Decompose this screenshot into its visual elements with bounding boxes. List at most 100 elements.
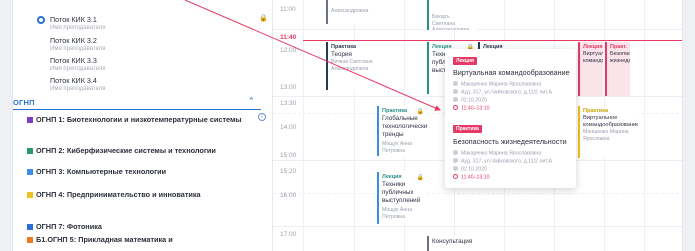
stream-title: Поток КИК 3.1: [50, 15, 97, 24]
popup-teacher: Макаренко Марина Ярославовна: [453, 150, 575, 157]
event-teacher: Маншенко Марина Ярославна: [583, 129, 629, 142]
event-title: Виртуальная командообразование: [583, 51, 603, 64]
clock-icon: [453, 174, 458, 179]
event-details-popup[interactable]: Лекция Виртуальная командообразование Ма…: [445, 49, 576, 188]
popup-date-text: 02.10.2020: [461, 97, 487, 104]
category-item[interactable]: ОГНП 1: Биотехнологии и низкотемпературн…: [27, 115, 252, 125]
popup-time-text: 11:40–13:10: [461, 174, 490, 181]
stream-title: Поток КИК 3.3: [50, 56, 97, 65]
category-color-swatch: [27, 117, 33, 123]
event-card[interactable]: Бекаръ Светлана Александровна: [427, 0, 477, 30]
lock-icon: 🔒: [416, 175, 424, 181]
category-item[interactable]: ОГНП 7: Фотоника: [27, 222, 252, 232]
popup-teacher: Макаренко Марина Ярославовна: [453, 81, 575, 88]
half-hour-line: [273, 193, 682, 194]
popup-room: Ауд. 317, ул.Чайковского, д.11/2 лит.А: [453, 89, 575, 96]
popup-time: 11:40–13:10: [453, 105, 575, 112]
event-card[interactable]: Лекция Виртуальная командообразование: [578, 42, 603, 96]
popup-room-text: Ауд. 317, ул.Чайковского, д.11/2 лит.А: [461, 158, 552, 165]
chevron-up-icon[interactable]: ⌃: [247, 96, 255, 107]
category-color-swatch: [27, 148, 33, 154]
current-time-label: 11:40: [280, 34, 297, 41]
time-label: 13:30: [280, 100, 297, 107]
time-label: 13:00: [280, 84, 297, 91]
column-divider: [354, 0, 355, 251]
stream-item-2[interactable]: Поток КИК 3.2 Имя преподавателя: [50, 36, 250, 53]
popup-event-title: Виртуальная командообразование: [453, 68, 570, 77]
event-type: Практ.: [610, 44, 627, 50]
event-card[interactable]: Практика Глобальные технологические трен…: [377, 106, 427, 156]
popup-room: Ауд. 317, ул.Чайковского, д.11/2 лит.А: [453, 158, 575, 165]
popup-teacher-text: Макаренко Марина Ярославовна: [461, 81, 542, 88]
event-title: Виртуальное командообразование: [583, 115, 638, 128]
category-color-swatch: [27, 192, 33, 198]
event-teacher: Бекаръ Светлана Александровна: [432, 14, 470, 30]
popup-time: 11:40–13:10: [453, 174, 575, 181]
time-label: 15:00: [280, 152, 297, 159]
stream-item-1[interactable]: Поток КИК 3.1 Имя преподавателя: [37, 15, 250, 32]
current-time-line: [303, 40, 682, 41]
location-icon: [453, 89, 458, 94]
event-type: Лекция: [583, 44, 603, 50]
event-title: Теория: [331, 51, 352, 58]
popup-date: 02.10.2020: [453, 97, 575, 104]
stream-title: Поток КИК 3.2: [50, 36, 97, 45]
column-divider: [303, 0, 304, 251]
sidebar: Поток КИК 3.1 Имя преподавателя 🔒 Поток …: [13, 0, 273, 251]
time-label: 15:20: [280, 168, 297, 175]
stream-subtitle: Имя преподавателя: [50, 25, 106, 31]
stream-item-4[interactable]: Поток КИК 3.4 Имя преподавателя: [50, 76, 250, 93]
event-teacher: Мощук Анна Петровна: [382, 141, 412, 154]
stream-subtitle: Имя преподавателя: [50, 66, 106, 72]
popup-time-text: 11:40–13:10: [461, 105, 490, 112]
category-color-swatch: [27, 224, 33, 230]
event-teacher: Вичков Светлана Александровна: [331, 59, 373, 72]
event-card[interactable]: Лекция Техники публичных выступлений Мощ…: [377, 172, 427, 224]
event-teacher: Александровна: [331, 8, 369, 14]
event-teacher: Мощук Анна Петровна: [382, 207, 412, 220]
category-label: ОГНП 2: Киберфизические системы и технол…: [36, 146, 216, 155]
event-title: Безопасность жизнедеятельности: [610, 51, 630, 64]
event-card[interactable]: Практика Виртуальное командообразование …: [578, 106, 638, 158]
category-item[interactable]: ОГНП 2: Киберфизические системы и технол…: [27, 146, 252, 156]
column-divider: [644, 0, 645, 251]
stream-subtitle: Имя преподавателя: [50, 46, 106, 52]
hour-line: [273, 29, 682, 30]
popup-room-text: Ауд. 317, ул.Чайковского, д.11/2 лит.А: [461, 89, 552, 96]
lock-icon: 🔒: [259, 15, 268, 22]
event-type-badge: Практика: [453, 125, 482, 133]
time-label: 12:00: [280, 47, 297, 54]
category-label: Б1.ОГНП 5: Прикладная математика и: [36, 235, 173, 244]
clock-icon: [453, 105, 458, 110]
category-item[interactable]: ОГНП 3: Компьютерные технологии: [27, 167, 252, 177]
time-label: 17:00: [280, 231, 297, 238]
section-header-ognp[interactable]: ОГНП ⌃: [13, 96, 261, 110]
stream-item-3[interactable]: Поток КИК 3.3 Имя преподавателя: [50, 56, 250, 73]
radio-selected-icon[interactable]: [37, 16, 45, 24]
category-label: ОГНП 1: Биотехнологии и низкотемпературн…: [36, 115, 242, 124]
event-card[interactable]: Александровна: [326, 0, 376, 24]
popup-teacher-text: Макаренко Марина Ярославовна: [461, 150, 542, 157]
stream-subtitle: Имя преподавателя: [50, 86, 106, 92]
category-color-swatch: [27, 169, 33, 175]
category-label: ОГНП 7: Фотоника: [36, 222, 102, 231]
info-icon[interactable]: i: [258, 113, 266, 121]
category-color-swatch: [27, 237, 33, 243]
time-label: 11:00: [280, 6, 296, 13]
event-type-badge: Лекция: [453, 57, 477, 65]
location-icon: [453, 158, 458, 163]
category-item[interactable]: ОГНП 4: Предпринимательство и инноватика: [27, 190, 252, 200]
section-title: ОГНП: [13, 98, 35, 107]
event-title: Техники публичных выступлений: [382, 181, 421, 204]
person-icon: [453, 150, 458, 155]
event-title: Консультация: [432, 238, 473, 245]
calendar-icon: [453, 97, 458, 102]
event-card[interactable]: Практ. Безопасность жизнедеятельности: [605, 42, 630, 96]
hour-line: [273, 226, 682, 227]
person-icon: [453, 81, 458, 86]
event-card[interactable]: Практика Теория Вичков Светлана Александ…: [326, 42, 376, 90]
category-item[interactable]: Б1.ОГНП 5: Прикладная математика и: [27, 235, 252, 245]
event-title: Глобальные технологические тренды: [382, 115, 427, 138]
time-label: 16:00: [280, 192, 297, 199]
event-card[interactable]: Консультация: [427, 236, 477, 251]
